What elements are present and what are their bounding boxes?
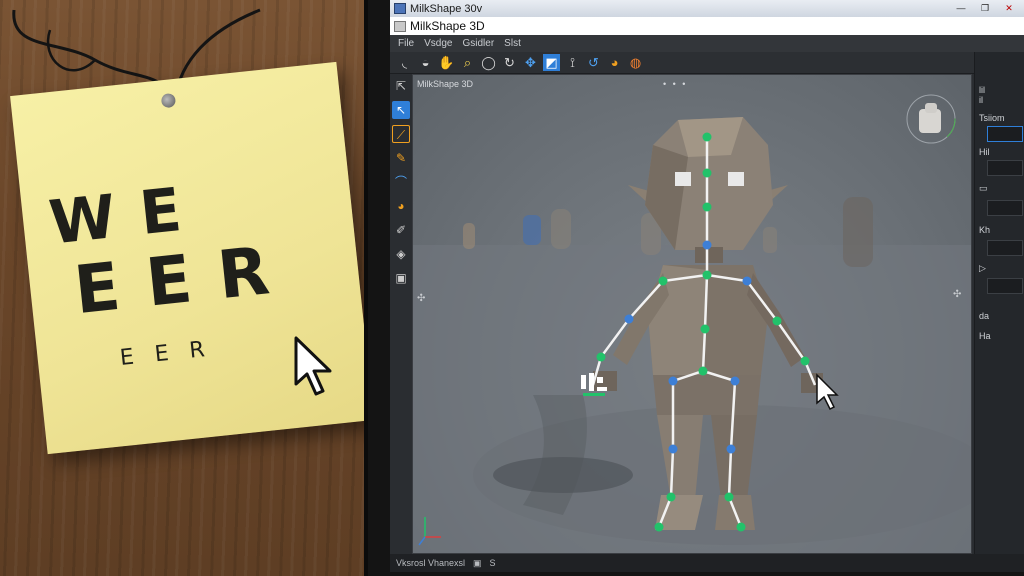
panel-label-3: Tsiiom <box>979 113 1005 123</box>
panel-label-4: Hil <box>979 147 990 157</box>
toolbar: ◟ ◒ ✋ ⌕ ◯ ↻ ✥ ◩ ⟟ ↺ ◕ ◍ <box>390 52 1024 74</box>
magnify-icon[interactable]: ⌕ <box>459 54 476 71</box>
app-icon <box>394 3 406 14</box>
eye-icon[interactable]: ◈ <box>392 245 410 263</box>
rotate-ccw-icon[interactable]: ↺ <box>585 54 602 71</box>
document-icon <box>394 20 406 32</box>
menu-bar: File Vsdge Gsidler Slst <box>390 35 1024 52</box>
bone-tool-icon[interactable]: ⟋ <box>392 125 410 143</box>
3d-viewport[interactable]: ✣ ✣ MilkShape 3D • • • <box>412 74 972 554</box>
status-bar: Vksrosl Vhanexsl ▣ S <box>390 554 1024 572</box>
joint-icon[interactable]: ⟟ <box>564 54 581 71</box>
close-button[interactable]: ✕ <box>1000 2 1018 15</box>
select-icon[interactable]: ↖ <box>392 101 410 119</box>
right-marker-icon: ✣ <box>953 289 961 300</box>
left-marker-icon: ✣ <box>417 293 425 304</box>
folder-icon[interactable]: ▭ <box>979 180 988 196</box>
status-icon: ▣ <box>473 557 482 568</box>
bone-icon[interactable]: ◕ <box>606 54 623 71</box>
window-titlebar: MilkShape 30v — ❐ ✕ <box>390 0 1024 17</box>
panel-field-2[interactable] <box>987 160 1023 176</box>
orientation-gizmo-icon <box>906 94 956 144</box>
character-model-scene: ✣ ✣ <box>413 94 971 553</box>
menu-slst[interactable]: Slst <box>504 38 521 49</box>
arc-icon[interactable]: ◟ <box>396 54 413 71</box>
pencil-icon[interactable]: ✎ <box>392 149 410 167</box>
rotate-icon[interactable]: ↻ <box>501 54 518 71</box>
window-title: MilkShape 30v <box>410 2 483 15</box>
panel-field-4[interactable] <box>987 240 1023 256</box>
paint-icon[interactable]: ◕ <box>392 197 410 215</box>
viewport-menu-dots[interactable]: • • • <box>663 79 687 89</box>
document-title: MilkShape 3D <box>410 19 485 33</box>
lasso-icon[interactable]: ◒ <box>417 54 434 71</box>
pin-icon <box>160 92 177 109</box>
menu-file[interactable]: File <box>398 38 414 49</box>
maximize-button[interactable]: ❐ <box>976 2 994 15</box>
status-text-right: S <box>489 558 496 568</box>
viewport-label: MilkShape 3D <box>417 79 474 89</box>
document-titlebar: MilkShape 3D <box>390 17 1024 35</box>
status-text-left: Vksrosl Vhanexsl <box>396 558 466 568</box>
camera-icon[interactable]: ▣ <box>392 269 410 287</box>
properties-panel: lil il Tsiiom Hil ▭ Kh ▷ da Ha <box>974 52 1024 554</box>
play-icon[interactable]: ▷ <box>979 260 986 276</box>
joint-tool-icon[interactable]: ⌒ <box>392 173 410 191</box>
scale-icon[interactable]: ◩ <box>543 54 560 71</box>
panel-label-6: da <box>979 311 990 321</box>
cursor-icon[interactable]: ⇱ <box>392 77 410 95</box>
move-icon[interactable]: ✥ <box>522 54 539 71</box>
panel-field-1[interactable] <box>987 126 1023 142</box>
brush-icon[interactable]: ✐ <box>392 221 410 239</box>
hand-icon[interactable]: ✋ <box>438 54 455 71</box>
note-line-3: E E R <box>118 337 207 371</box>
circle-icon[interactable]: ◯ <box>480 54 497 71</box>
skin-icon[interactable]: ◍ <box>627 54 644 71</box>
cursor-arrow-icon <box>294 336 332 396</box>
panel-label-5: Kh <box>979 225 991 235</box>
panel-field-3[interactable] <box>987 200 1023 216</box>
panel-label-2: il <box>979 95 983 105</box>
minimize-button[interactable]: — <box>952 2 970 15</box>
panel-field-5[interactable] <box>987 278 1023 294</box>
menu-vsdge[interactable]: Vsdge <box>424 38 452 49</box>
app-screen: MilkShape 30v — ❐ ✕ MilkShape 3D File Vs… <box>390 0 1024 572</box>
panel-label-7: Ha <box>979 331 991 341</box>
menu-gsidler[interactable]: Gsidler <box>462 38 494 49</box>
left-toolbox: ⇱ ↖ ⟋ ✎ ⌒ ◕ ✐ ◈ ▣ <box>390 74 412 554</box>
